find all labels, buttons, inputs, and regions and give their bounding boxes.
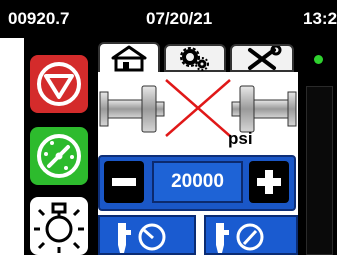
status-bar: 00920.7 07/20/21 13:2 — [0, 0, 337, 38]
decrease-button[interactable] — [104, 161, 144, 203]
time-readout: 13:2 — [303, 9, 337, 28]
gears-icon — [180, 47, 209, 71]
status-indicator-light — [314, 55, 323, 64]
home-icon — [111, 45, 147, 72]
pressure-value-field[interactable]: 20000 — [152, 161, 243, 203]
mode-a-button[interactable] — [98, 215, 196, 255]
pressure-mode-button[interactable] — [30, 127, 88, 185]
mode-b-button[interactable] — [204, 215, 298, 255]
pressure-mode-icon — [118, 223, 166, 253]
gauge-icon — [37, 134, 81, 178]
light-button[interactable] — [30, 197, 88, 255]
tab-home[interactable] — [98, 42, 160, 74]
lamp-icon — [34, 202, 84, 253]
increase-button[interactable] — [249, 161, 289, 203]
stop-icon — [37, 62, 81, 106]
stop-button[interactable] — [30, 55, 88, 113]
cylinder-icon — [99, 79, 297, 137]
tab-tools[interactable] — [230, 44, 294, 72]
pressure-unit-label: psi — [228, 129, 253, 148]
counter-readout: 00920.7 — [8, 9, 70, 28]
pressure-mode-icon — [216, 223, 264, 253]
date-readout: 07/20/21 — [146, 9, 213, 28]
tab-settings[interactable] — [164, 44, 226, 72]
tools-icon — [248, 44, 282, 70]
minus-icon — [112, 178, 136, 186]
level-bar — [306, 86, 333, 255]
right-status-column — [302, 38, 337, 255]
plus-icon — [257, 170, 281, 194]
device-screen: 00920.7 07/20/21 13:2 psi 20000 — [0, 0, 337, 255]
side-button-column — [24, 38, 94, 255]
